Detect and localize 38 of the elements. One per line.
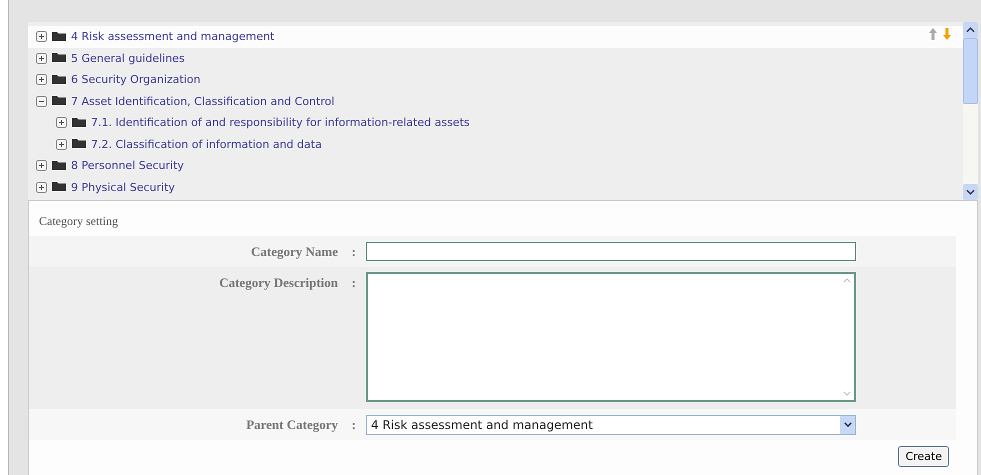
- expand-icon[interactable]: [36, 52, 47, 64]
- folder-icon: [52, 51, 66, 62]
- folder-icon: [52, 158, 66, 170]
- tree-item[interactable]: 7.1. Identification of and responsibility for information-related assets: [28, 112, 963, 134]
- category-name-field[interactable]: [366, 242, 856, 261]
- expand-icon[interactable]: [36, 160, 47, 172]
- folder-icon: [72, 116, 86, 127]
- tree-item[interactable]: 7 Asset Identification, Classification and Control: [28, 90, 963, 112]
- expand-icon[interactable]: [56, 138, 67, 150]
- scroll-up-icon[interactable]: [966, 27, 975, 33]
- tree-item[interactable]: 6 Security Organization: [28, 69, 963, 90]
- folder-icon: [52, 30, 66, 41]
- expand-icon[interactable]: [36, 74, 47, 86]
- create-button[interactable]: Create: [898, 446, 949, 467]
- expand-icon[interactable]: [56, 117, 67, 128]
- tree-item[interactable]: 9 Physical Security: [28, 176, 963, 198]
- tree-item[interactable]: 4 Risk assessment and management: [28, 26, 963, 48]
- field-label: Category Name: [251, 244, 338, 260]
- scroll-down-icon[interactable]: [966, 189, 975, 195]
- folder-icon: [72, 137, 86, 148]
- tree-item[interactable]: 5 General guidelines: [28, 48, 963, 69]
- label-colon: :: [350, 275, 356, 292]
- folder-icon: [52, 72, 66, 84]
- expand-icon[interactable]: [36, 31, 47, 42]
- label-colon: :: [350, 416, 356, 432]
- scrollbar[interactable]: [963, 22, 978, 200]
- folder-icon: [52, 94, 66, 106]
- collapse-icon[interactable]: [36, 96, 47, 107]
- field-label: Category Description: [219, 275, 338, 292]
- dropdown-caret-icon: [844, 422, 852, 427]
- section-title: Category setting: [39, 214, 119, 230]
- parent-category-dropdown[interactable]: 4 Risk assessment and management: [366, 414, 856, 434]
- tree-item[interactable]: 7.2. Classification of information and data: [28, 134, 963, 155]
- folder-icon: [52, 180, 66, 192]
- tree-item[interactable]: 8 Personnel Security: [28, 155, 963, 176]
- expand-icon[interactable]: [36, 182, 47, 193]
- field-label: Parent Category: [246, 416, 338, 432]
- label-colon: :: [350, 244, 356, 260]
